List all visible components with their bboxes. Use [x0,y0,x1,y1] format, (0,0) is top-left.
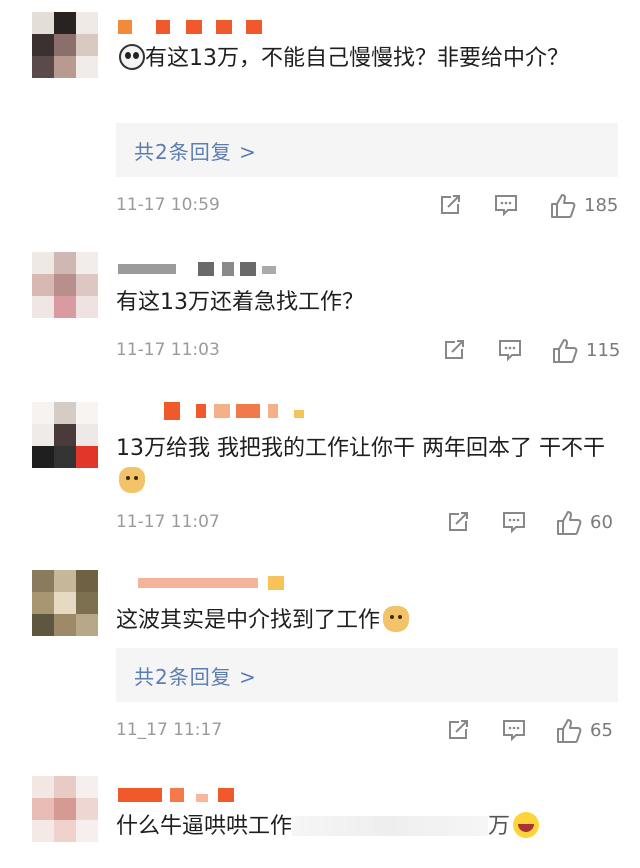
comment-meta: 11-17 11:07 60 [116,508,620,538]
comment-meta: 11-17 10:59 185 [116,191,620,221]
avatar[interactable] [32,776,98,842]
like-count: 65 [590,720,613,741]
comment-meta: 11-17 11:03 115 [116,336,620,366]
share-icon[interactable] [440,336,470,366]
thumbs-up-icon [557,719,582,743]
panda-emoji-icon [119,44,145,70]
comment-text: 13万给我 我把我的工作让你干 两年回本了 干不干 [116,432,616,498]
avatar[interactable] [32,402,98,468]
comment-text: 有这13万，不能自己慢慢找？非要给中介？ [116,42,616,75]
blurred-region [292,816,489,836]
like-button[interactable]: 185 [548,191,618,221]
replies-link[interactable]: 共2条回复 > [116,123,618,177]
like-count: 60 [590,512,613,533]
avatar[interactable] [32,252,98,318]
replies-link[interactable]: 共2条回复 > [116,648,618,702]
thumbs-up-icon [553,339,578,363]
comment-icon[interactable] [492,191,522,221]
doge-emoji-icon [119,467,145,493]
comment-text: 这波其实是中介找到了工作 [116,604,616,637]
thumbs-up-icon [557,511,582,535]
timestamp: 11-17 11:07 [116,512,220,532]
like-button[interactable]: 115 [550,336,620,366]
thumbs-up-icon [551,194,576,218]
avatar[interactable] [32,570,98,636]
comment-meta: 11_17 11:17 65 [116,716,620,746]
like-count: 115 [586,340,621,361]
timestamp: 11-17 11:03 [116,340,220,360]
comment-icon[interactable] [500,508,530,538]
like-count: 185 [584,195,619,216]
like-button[interactable]: 65 [554,716,613,746]
replies-label[interactable]: 共2条回复 > [134,136,257,165]
share-icon[interactable] [444,508,474,538]
timestamp: 11-17 10:59 [116,195,220,215]
like-button[interactable]: 60 [554,508,613,538]
share-icon[interactable] [436,191,466,221]
timestamp: 11_17 11:17 [116,720,223,740]
comment-text: 有这13万还着急找工作？ [116,290,364,315]
comment-icon[interactable] [500,716,530,746]
doge-emoji-icon [383,606,410,632]
comment-text: 什么牛逼哄哄工作万 [116,810,616,843]
comment-icon[interactable] [496,336,526,366]
laugh-cry-emoji-icon [513,812,540,838]
share-icon[interactable] [444,716,474,746]
avatar[interactable] [32,12,98,78]
replies-label[interactable]: 共2条回复 > [134,661,257,690]
